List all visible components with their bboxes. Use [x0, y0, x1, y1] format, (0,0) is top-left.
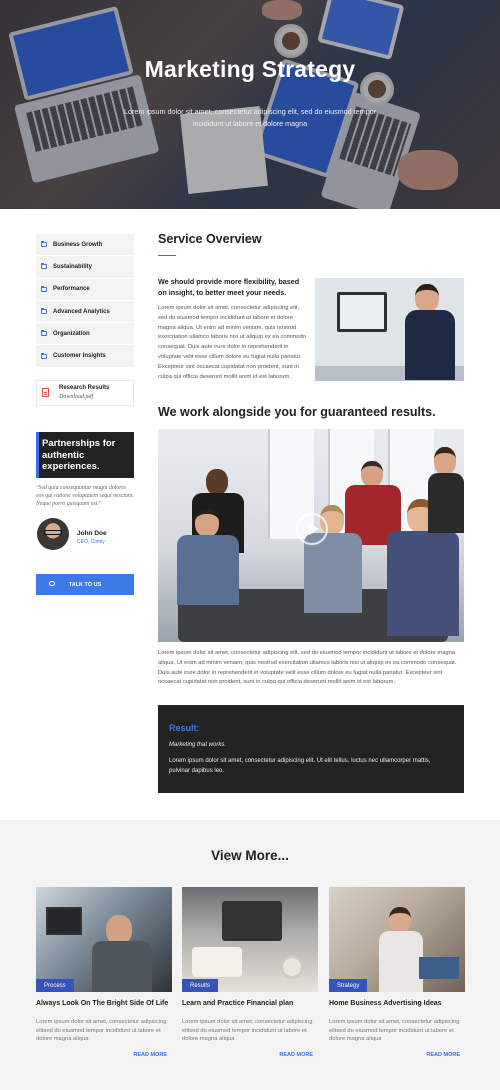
hero-subtitle: Lorem ipsum dolor sit amet, consectetur …	[123, 107, 377, 128]
post-image[interactable]	[36, 887, 172, 992]
post-title[interactable]: Home Business Advertising Ideas	[329, 1000, 465, 1007]
post-image[interactable]	[182, 887, 318, 992]
main-content: Service Overview We should provide more …	[158, 232, 464, 793]
partnership-text: Partnerships for authentic experiences.	[42, 438, 116, 472]
partnership-box: Partnerships for authentic experiences.	[36, 432, 134, 478]
avatar	[37, 518, 69, 550]
result-box: Result: Marketing that works. Lorem ipsu…	[158, 705, 464, 793]
team-meeting-video[interactable]	[158, 429, 464, 642]
sidebar: Business Growth Sustainability Performan…	[36, 234, 134, 595]
result-text: Lorem ipsum dolor sit amet, consectetur …	[169, 758, 431, 774]
man-figure	[405, 284, 455, 381]
folder-icon	[41, 330, 47, 337]
read-more-link[interactable]: READ MORE	[426, 1052, 460, 1058]
post-title[interactable]: Always Look On The Bright Side Of Life	[36, 1000, 172, 1007]
category-tag[interactable]: Process	[36, 979, 74, 992]
sidebar-item-performance[interactable]: Performance	[36, 279, 134, 301]
post-card: Strategy Home Business Advertising Ideas…	[329, 887, 465, 1067]
sidebar-item-label: Organization	[53, 330, 90, 337]
accent-bar	[36, 432, 39, 478]
person-figure	[428, 447, 464, 537]
folder-icon	[41, 308, 47, 315]
hero-banner: Marketing Strategy Lorem ipsum dolor sit…	[0, 0, 500, 209]
post-card: Results Learn and Practice Financial pla…	[182, 887, 318, 1067]
body-paragraph: Lorem ipsum dolor sit amet, consectetur …	[158, 305, 306, 380]
folder-icon	[41, 263, 47, 270]
testimonial-quote: "Sed quia consequuntur magni dolores eos…	[36, 485, 134, 507]
pdf-icon	[42, 388, 49, 397]
talk-to-us-label: TALK TO US	[68, 581, 102, 588]
read-more-link[interactable]: READ MORE	[133, 1052, 167, 1058]
sidebar-item-label: Customer Insights	[53, 353, 106, 360]
page-title: Marketing Strategy	[144, 56, 356, 82]
category-tag[interactable]: Results	[182, 979, 219, 992]
lead-text: We should provide more flexibility, base…	[158, 277, 300, 297]
sidebar-item-label: Business Growth	[53, 241, 103, 248]
view-more-section: View More... Process Always Look On The …	[0, 820, 500, 1090]
post-excerpt: Lorem ipsum dolor sit amet, consectetur …	[329, 1019, 460, 1043]
sidebar-item-advanced-analytics[interactable]: Advanced Analytics	[36, 301, 134, 324]
view-more-title: View More...	[211, 848, 289, 863]
download-title: Research Results	[59, 385, 110, 391]
read-more-link[interactable]: READ MORE	[279, 1052, 313, 1058]
sidebar-item-label: Sustainability	[53, 263, 93, 270]
sidebar-item-label: Advanced Analytics	[53, 308, 110, 315]
sidebar-item-label: Performance	[53, 286, 90, 293]
title-underline	[158, 255, 176, 256]
download-filename: Download.pdf	[59, 394, 94, 400]
chat-icon	[49, 581, 55, 586]
post-excerpt: Lorem ipsum dolor sit amet, consectetur …	[36, 1019, 167, 1043]
folder-icon	[41, 285, 47, 292]
sidebar-item-sustainability[interactable]: Sustainability	[36, 256, 134, 279]
category-tag[interactable]: Strategy	[329, 979, 368, 992]
person-figure	[173, 509, 243, 619]
section-title: Service Overview	[158, 232, 262, 246]
post-card: Process Always Look On The Bright Side O…	[36, 887, 172, 1067]
hero-overlay	[0, 0, 500, 209]
post-image[interactable]	[329, 887, 465, 992]
sidebar-item-customer-insights[interactable]: Customer Insights	[36, 345, 134, 368]
sidebar-item-organization[interactable]: Organization	[36, 323, 134, 346]
author-name: John Doe	[77, 530, 107, 537]
monitor-shape	[337, 292, 387, 332]
folder-icon	[41, 241, 47, 248]
sidebar-item-business-growth[interactable]: Business Growth	[36, 234, 134, 257]
office-man-image	[315, 278, 464, 381]
talk-to-us-button[interactable]: TALK TO US	[36, 574, 134, 595]
post-title[interactable]: Learn and Practice Financial plan	[182, 1000, 318, 1007]
post-excerpt: Lorem ipsum dolor sit amet, consectetur …	[182, 1019, 313, 1043]
result-title: Result:	[169, 723, 200, 733]
author-role: CEO, Comly	[77, 539, 105, 545]
folder-icon	[41, 352, 47, 359]
result-note: Marketing that works.	[169, 742, 227, 748]
results-heading: We work alongside you for guaranteed res…	[158, 405, 436, 419]
body-paragraph-2: Lorem ipsum dolor sit amet, consectetur …	[158, 650, 457, 686]
sidebar-menu: Business Growth Sustainability Performan…	[36, 234, 134, 368]
download-research-results[interactable]: Research Results Download.pdf	[36, 380, 134, 406]
play-icon[interactable]	[296, 513, 328, 545]
